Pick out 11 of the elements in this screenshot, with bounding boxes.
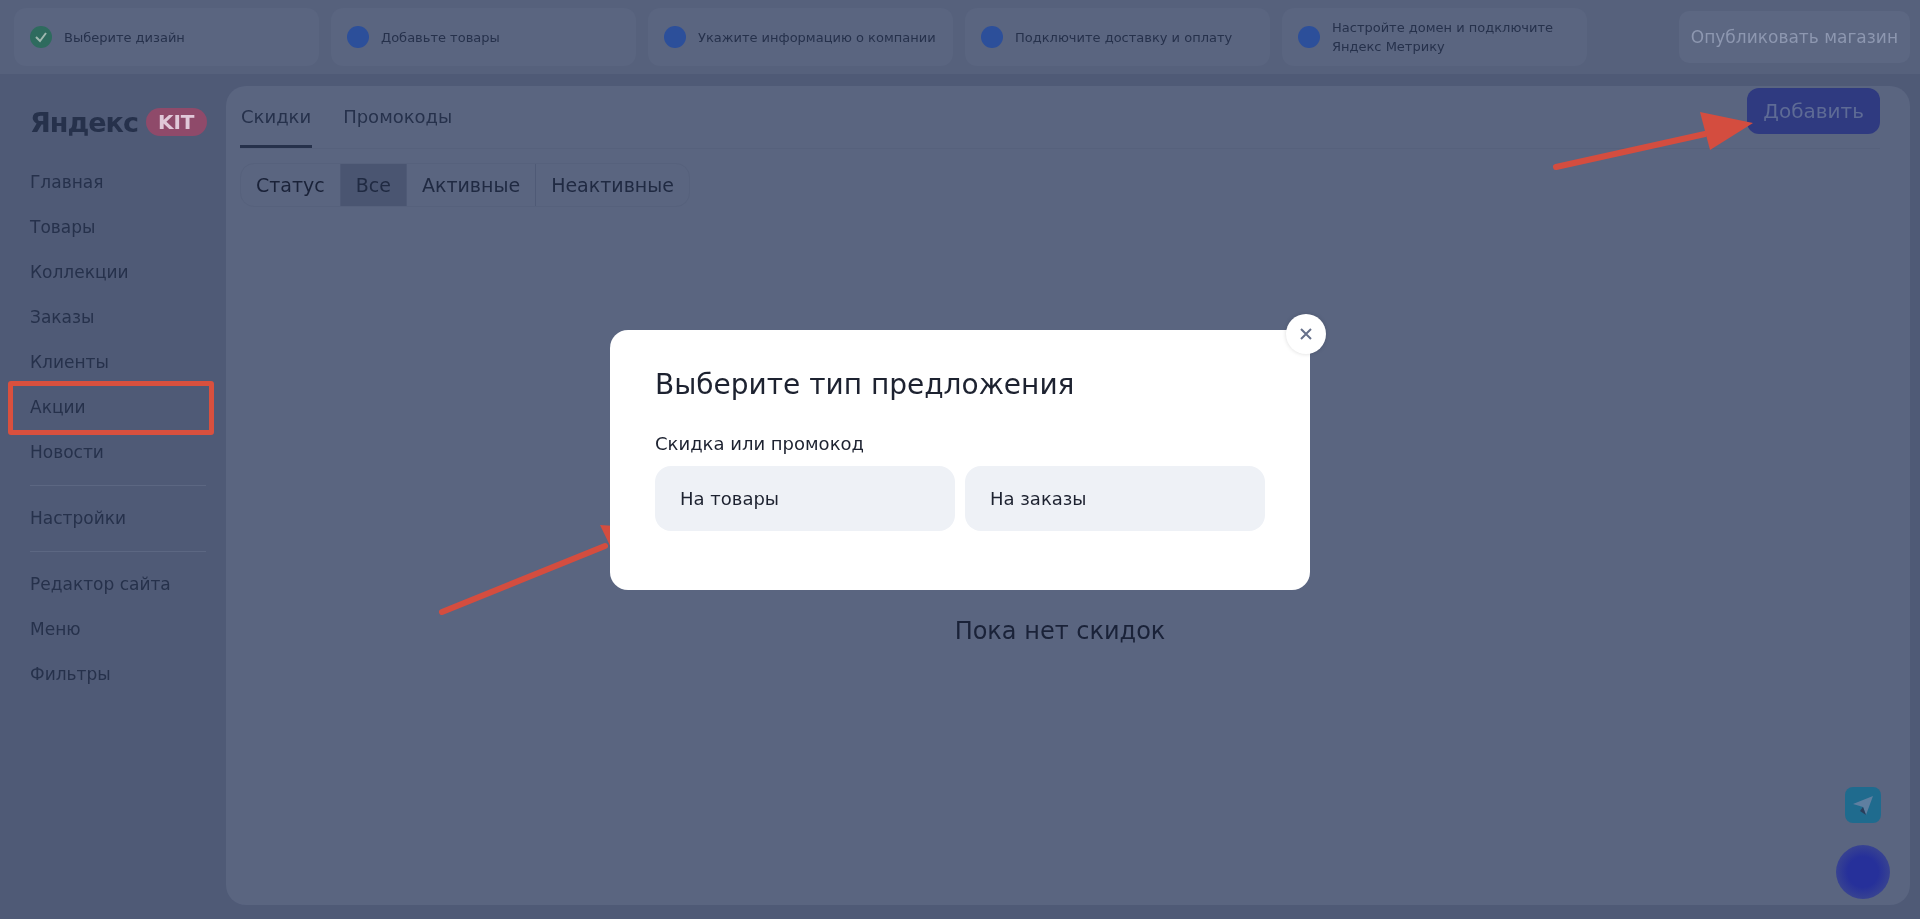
logo-badge: KIT	[145, 108, 207, 136]
send-icon[interactable]	[1845, 787, 1881, 823]
filter-option[interactable]: Неактивные	[535, 164, 689, 206]
empty-message: Пока нет скидок	[954, 617, 1166, 645]
filter-option[interactable]: Активные	[405, 164, 536, 206]
close-icon	[1299, 327, 1313, 341]
option-button[interactable]: На товары	[655, 466, 955, 531]
dialog-subtitle: Скидка или промокод	[655, 433, 865, 454]
option-button[interactable]: На заказы	[965, 466, 1265, 531]
filter-label: Статус	[255, 173, 326, 198]
dialog-title: Выберите тип предложения	[655, 368, 1076, 401]
